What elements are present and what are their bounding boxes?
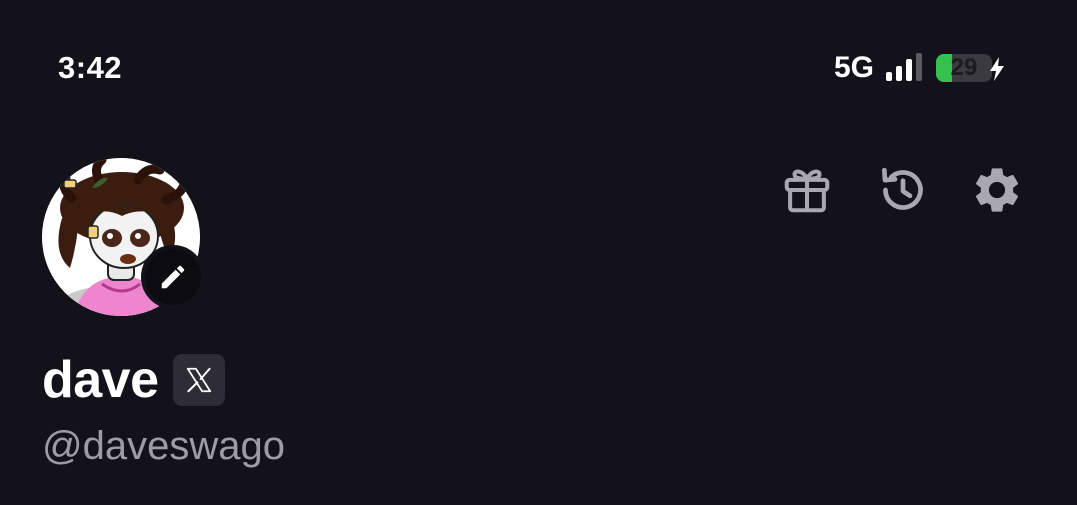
history-icon bbox=[882, 167, 923, 210]
pencil-icon bbox=[161, 265, 185, 289]
charging-bolt-icon bbox=[990, 57, 1004, 81]
battery-indicator: 29 bbox=[936, 54, 992, 82]
x-logo-icon bbox=[186, 367, 211, 393]
edit-avatar-button[interactable] bbox=[141, 245, 205, 309]
gift-icon bbox=[784, 169, 830, 213]
history-button[interactable] bbox=[873, 160, 933, 220]
settings-button[interactable] bbox=[967, 160, 1027, 220]
name-row: dave bbox=[42, 348, 225, 412]
gear-icon bbox=[975, 168, 1019, 212]
gift-button[interactable] bbox=[777, 160, 837, 220]
username-handle: @daveswago bbox=[42, 424, 285, 468]
status-time: 3:42 bbox=[58, 50, 123, 85]
network-type: 5G bbox=[834, 51, 875, 84]
signal-strength-icon bbox=[886, 53, 922, 81]
x-account-badge[interactable] bbox=[172, 354, 225, 406]
header-actions bbox=[777, 160, 1037, 220]
display-name: dave bbox=[42, 351, 159, 409]
avatar-container bbox=[42, 158, 205, 316]
battery-percent: 29 bbox=[950, 54, 978, 81]
status-bar: 3:42 5G 29 bbox=[0, 0, 1077, 130]
